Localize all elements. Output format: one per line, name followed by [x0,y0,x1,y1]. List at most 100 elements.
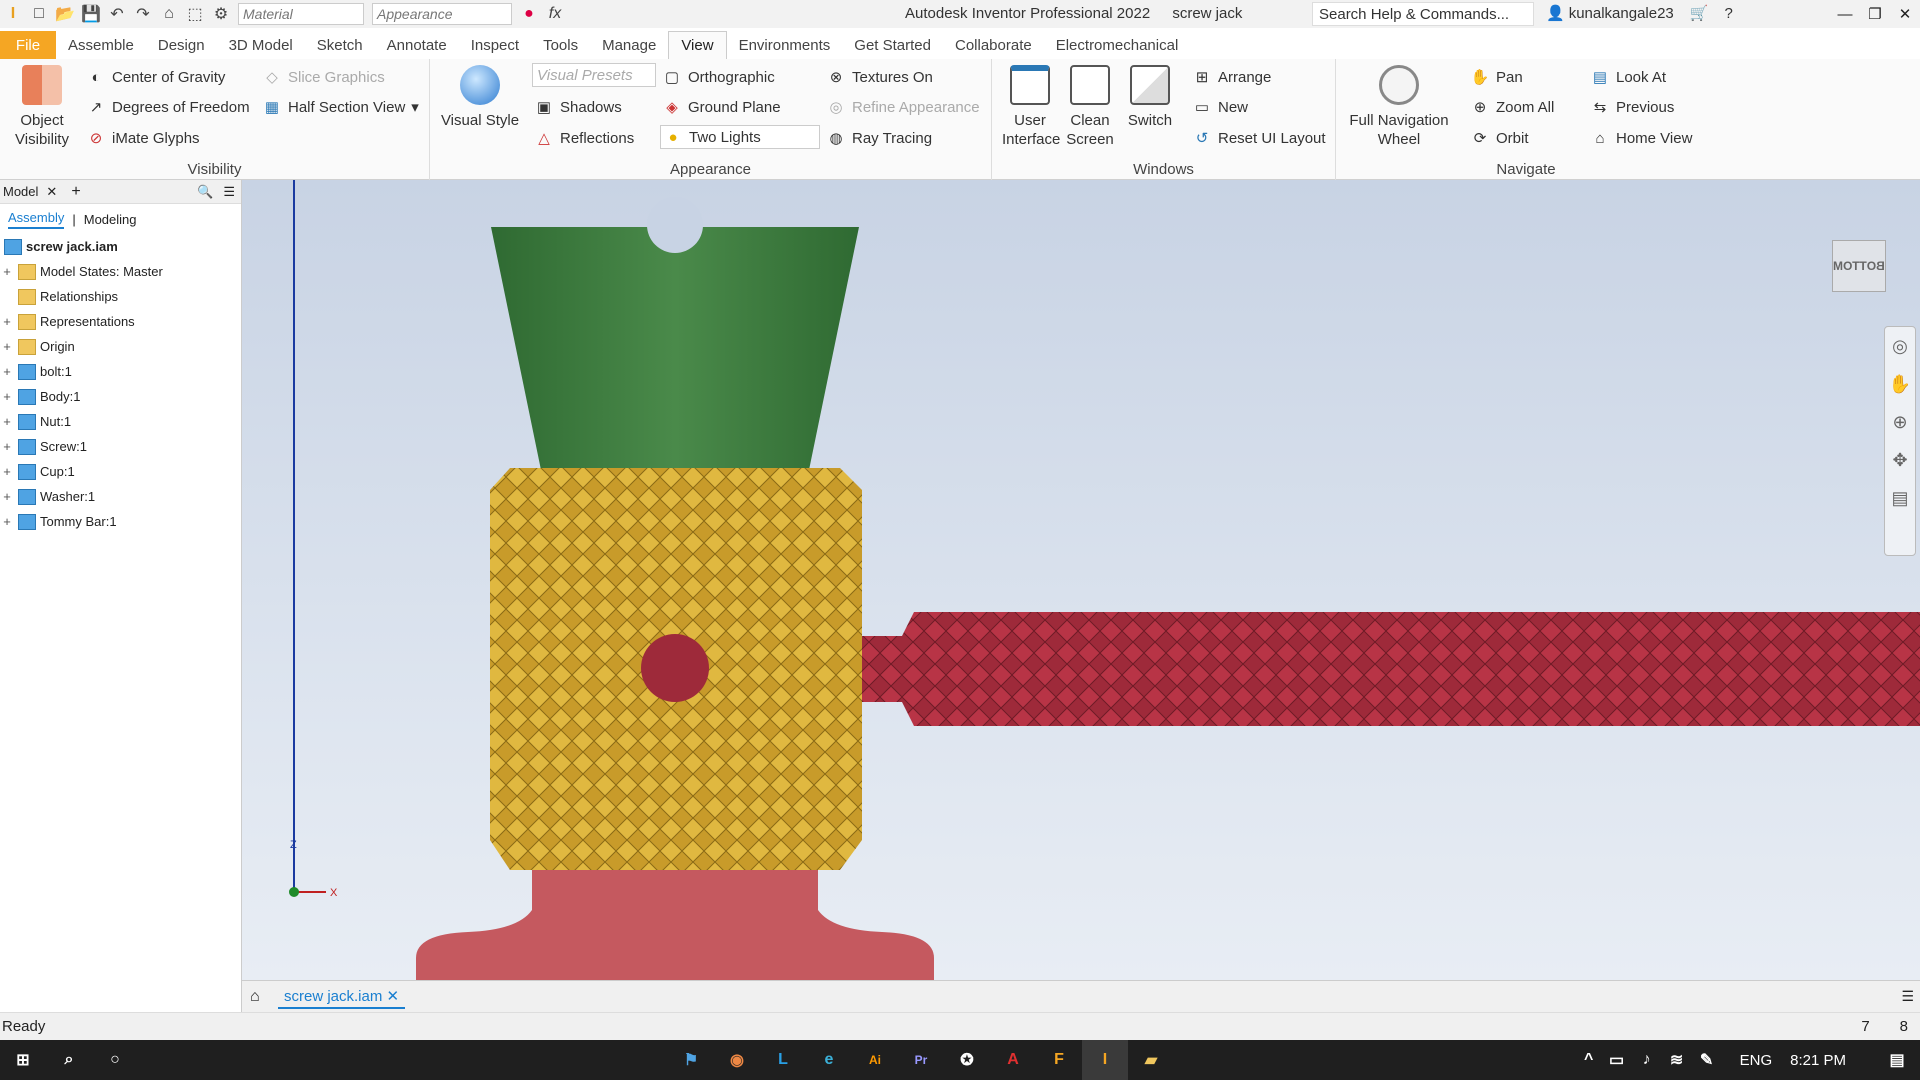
tab-electromechanical[interactable]: Electromechanical [1044,31,1191,59]
tray-language[interactable]: ENG [1740,1052,1773,1069]
refine-appearance-button[interactable]: ◎ Refine Appearance [826,97,979,117]
expand-icon[interactable]: + [0,439,14,454]
app-icon-2[interactable]: ✪ [944,1040,990,1080]
home-icon[interactable]: ⌂ [156,2,182,26]
browser-close-icon[interactable]: ✕ [46,184,57,200]
open-icon[interactable]: 📂 [52,2,78,26]
fx-icon[interactable]: fx [542,2,568,26]
textures-on-button[interactable]: ⊗ Textures On [826,67,933,87]
tray-clock[interactable]: 8:21 PM [1790,1052,1846,1069]
tree-item[interactable]: + Washer:1 [0,484,241,509]
autocad-icon[interactable]: A [990,1040,1036,1080]
chevron-down-icon[interactable]: ▾ [411,98,419,116]
expand-icon[interactable]: + [0,389,14,404]
full-navigation-wheel-button[interactable]: Full Navigation Wheel [1346,65,1452,149]
orbit-button[interactable]: ⟳ Orbit [1470,128,1529,148]
tree-item[interactable]: + bolt:1 [0,359,241,384]
arrange-button[interactable]: ⊞ Arrange [1192,67,1272,87]
degrees-of-freedom-button[interactable]: ↗ Degrees of Freedom [86,97,250,117]
lighting-combo[interactable]: ● Two Lights [660,125,820,149]
cortana-icon[interactable]: ○ [92,1040,138,1080]
doc-menu-icon[interactable]: ☰ [1901,988,1914,1005]
switch-button[interactable]: Switch [1122,65,1178,130]
tab-tools[interactable]: Tools [531,31,590,59]
minimize-icon[interactable]: — [1830,0,1860,28]
start-icon[interactable]: ⊞ [0,1040,46,1080]
center-of-gravity-button[interactable]: ◐ Center of Gravity [86,67,225,87]
viewcube[interactable]: BOTTOM [1832,240,1886,292]
tree-item[interactable]: + Cup:1 [0,459,241,484]
tab-collaborate[interactable]: Collaborate [943,31,1044,59]
browser-tab-model[interactable]: Model [3,184,38,199]
expand-icon[interactable]: + [0,339,14,354]
pan-icon[interactable]: ✋ [1885,365,1915,403]
clean-screen-button[interactable]: Clean Screen [1062,65,1118,149]
update-icon[interactable]: ⚙ [208,2,234,26]
tab-3d-model[interactable]: 3D Model [217,31,305,59]
premiere-icon[interactable]: Pr [898,1040,944,1080]
redo-icon[interactable]: ↷ [130,2,156,26]
expand-icon[interactable]: + [0,264,14,279]
expand-icon[interactable]: + [0,314,14,329]
reset-ui-layout-button[interactable]: ↺ Reset UI Layout [1192,128,1326,148]
tab-assemble[interactable]: Assemble [56,31,146,59]
app-l-icon[interactable]: L [760,1040,806,1080]
edge-icon[interactable]: e [806,1040,852,1080]
zoom-all-button[interactable]: ⊕ Zoom All [1470,97,1555,117]
tree-item[interactable]: + Screw:1 [0,434,241,459]
orbit-nav-icon[interactable]: ✥ [1885,441,1915,479]
file-explorer-icon[interactable]: ▰ [1128,1040,1174,1080]
expand-icon[interactable]: + [0,414,14,429]
material-combo[interactable]: Material [238,3,364,25]
tree-item[interactable]: + Tommy Bar:1 [0,509,241,534]
doc-tab-close-icon[interactable]: ✕ [387,988,400,1005]
chrome-icon[interactable]: ◉ [714,1040,760,1080]
notifications-icon[interactable]: ▤ [1874,1040,1920,1080]
tab-manage[interactable]: Manage [590,31,668,59]
tab-get-started[interactable]: Get Started [842,31,943,59]
browser-search-icon[interactable]: 🔍 [197,184,213,200]
app-icon-1[interactable]: ⚑ [668,1040,714,1080]
steering-wheel-icon[interactable]: ◎ [1885,327,1915,365]
new-icon[interactable]: □ [26,2,52,26]
tree-item[interactable]: + Body:1 [0,384,241,409]
cart-icon[interactable]: 🛒 [1690,4,1709,22]
expand-icon[interactable]: + [0,489,14,504]
illustrator-icon[interactable]: Ai [852,1040,898,1080]
look-at-button[interactable]: ▤ Look At [1590,67,1666,87]
previous-button[interactable]: ⇆ Previous [1590,97,1675,117]
select-icon[interactable]: ⬚ [182,2,208,26]
color-icon[interactable]: ● [516,2,542,26]
imate-glyphs-button[interactable]: ⊘ iMate Glyphs [86,128,200,148]
tab-file[interactable]: File [0,31,56,59]
tray-volume-icon[interactable]: ♪ [1632,1040,1662,1080]
restore-icon[interactable]: ❐ [1860,0,1890,28]
browser-menu-icon[interactable]: ☰ [223,184,235,200]
tray-chevron-icon[interactable]: ^ [1576,1040,1602,1080]
tree-item[interactable]: + Representations [0,309,241,334]
appearance-combo[interactable]: Appearance [372,3,512,25]
tab-sketch[interactable]: Sketch [305,31,375,59]
ground-plane-button[interactable]: ◈ Ground Plane [662,97,780,117]
save-icon[interactable]: 💾 [78,2,104,26]
browser-add-icon[interactable]: + [71,183,80,201]
search-taskbar-icon[interactable]: ⌕ [46,1040,92,1080]
tree-item[interactable]: Relationships [0,284,241,309]
new-window-button[interactable]: ▭ New [1192,97,1248,117]
subtab-modeling[interactable]: Modeling [84,212,137,227]
tray-pen-icon[interactable]: ✎ [1692,1040,1722,1080]
visual-presets-combo[interactable]: Visual Presets [532,63,656,87]
tab-view[interactable]: View [668,31,727,59]
home-tab-icon[interactable]: ⌂ [250,988,260,1006]
tree-item[interactable]: + Origin [0,334,241,359]
close-icon[interactable]: ✕ [1890,0,1920,28]
undo-icon[interactable]: ↶ [104,2,130,26]
tab-inspect[interactable]: Inspect [459,31,531,59]
tab-design[interactable]: Design [146,31,217,59]
app-f-icon[interactable]: F [1036,1040,1082,1080]
tab-annotate[interactable]: Annotate [375,31,459,59]
object-visibility-button[interactable]: Object Visibility [10,65,74,149]
expand-icon[interactable]: + [0,464,14,479]
user-interface-button[interactable]: User Interface [1002,65,1060,149]
ray-tracing-button[interactable]: ◍ Ray Tracing [826,128,932,148]
